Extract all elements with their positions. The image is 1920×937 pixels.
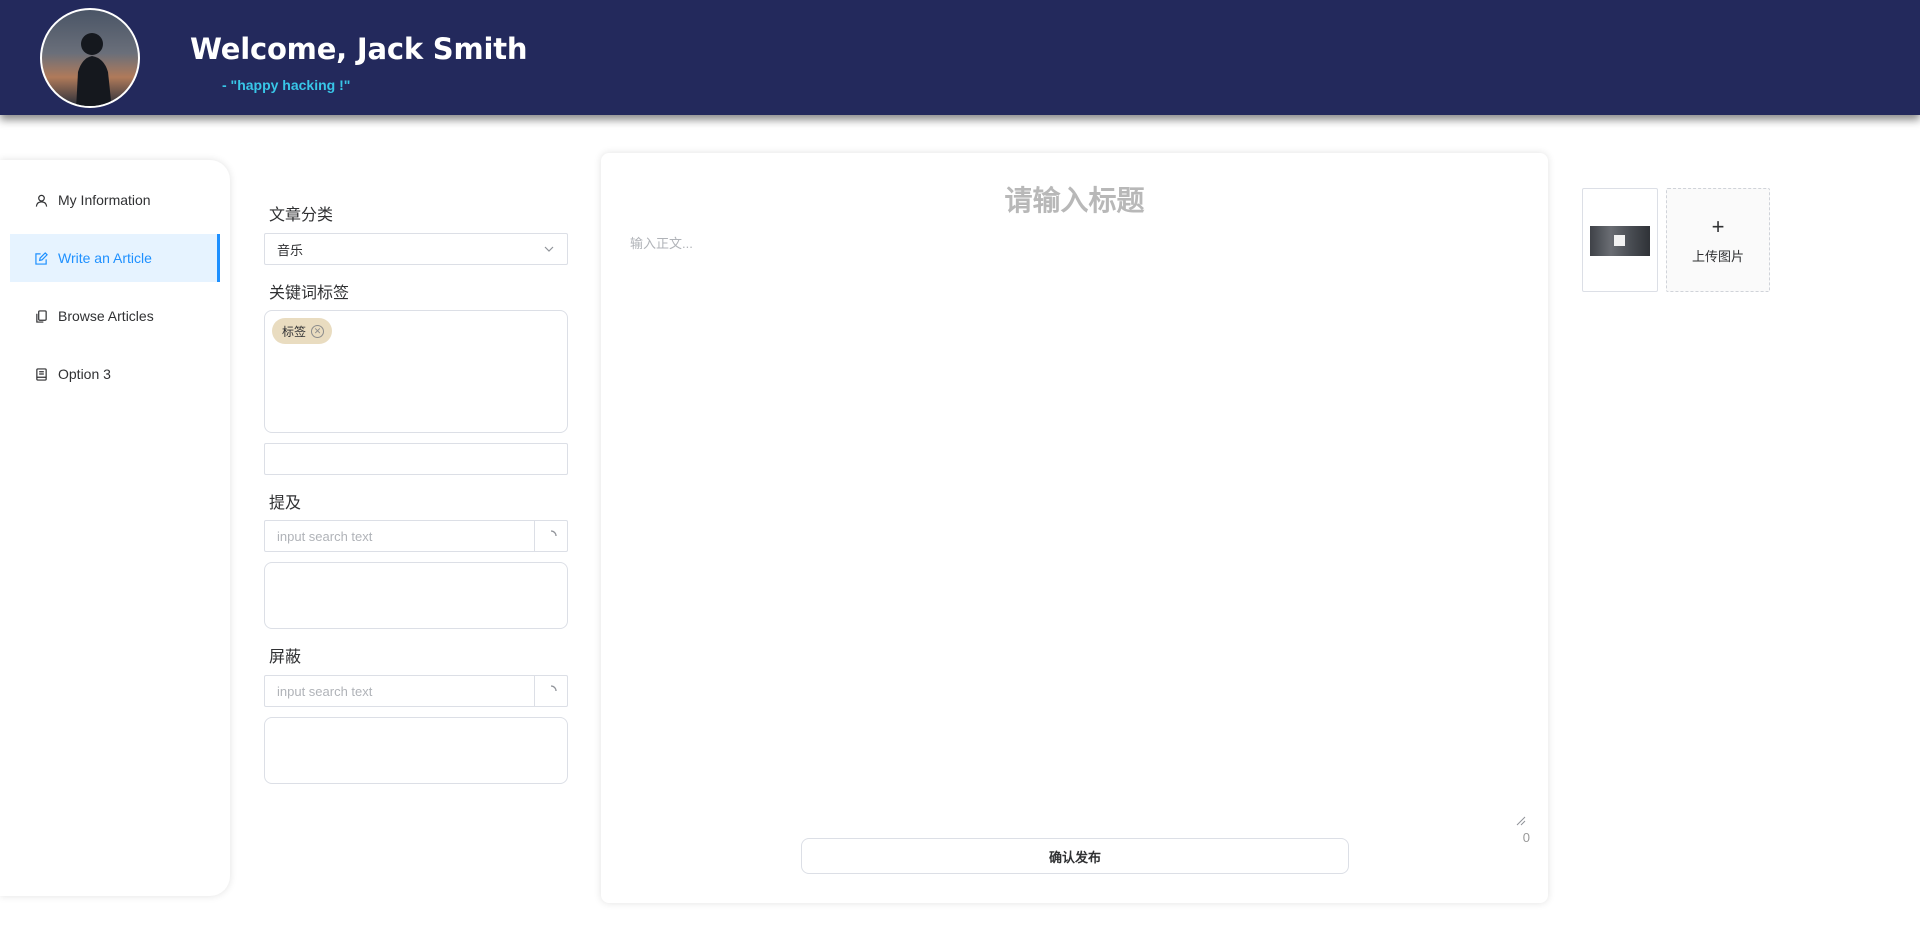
- sidebar-item-my-information[interactable]: My Information: [10, 176, 220, 224]
- chevron-down-icon: [543, 243, 555, 258]
- mention-label: 提及: [269, 495, 302, 512]
- mention-list-box[interactable]: [264, 562, 568, 629]
- block-search[interactable]: input search text: [264, 675, 568, 707]
- sidebar-item-label: Option 3: [58, 366, 111, 382]
- plus-icon: +: [1711, 213, 1725, 239]
- avatar-silhouette: [76, 33, 112, 106]
- resize-handle-icon[interactable]: [1516, 813, 1526, 831]
- keywords-label: 关键词标签: [269, 285, 350, 302]
- editor-card: 请输入标题 输入正文... 0 确认发布: [601, 153, 1548, 903]
- keyword-tag: 标签 ✕: [272, 318, 333, 344]
- body-textarea[interactable]: 输入正文...: [630, 233, 693, 252]
- user-icon: [34, 193, 48, 207]
- block-list-box[interactable]: [264, 717, 568, 784]
- sidebar-item-label: Browse Articles: [58, 308, 154, 324]
- documents-icon: [34, 309, 48, 323]
- motto-text: - "happy hacking !": [222, 77, 351, 93]
- uploaded-image-thumbnail[interactable]: [1582, 188, 1658, 292]
- mention-search-input[interactable]: input search text: [265, 521, 534, 551]
- edit-icon: [34, 251, 48, 265]
- notebook-icon: [34, 367, 48, 381]
- keyword-tag-label: 标签: [282, 324, 307, 339]
- avatar[interactable]: [40, 8, 140, 108]
- sidebar-item-label: My Information: [58, 192, 151, 208]
- close-icon[interactable]: ✕: [311, 324, 325, 338]
- new-tag-input[interactable]: [264, 443, 568, 475]
- category-label: 文章分类: [269, 207, 334, 224]
- top-header: Welcome, Jack Smith - "happy hacking !": [0, 0, 1920, 115]
- keyword-tags-box[interactable]: 标签 ✕: [264, 310, 568, 433]
- category-select[interactable]: 音乐: [264, 233, 568, 265]
- loading-spinner-icon[interactable]: [534, 676, 567, 706]
- sidebar-item-label: Write an Article: [58, 250, 152, 266]
- sidebar-item-browse-articles[interactable]: Browse Articles: [10, 292, 220, 340]
- welcome-title: Welcome, Jack Smith: [190, 32, 528, 66]
- mention-search[interactable]: input search text: [264, 520, 568, 552]
- publish-button[interactable]: 确认发布: [801, 838, 1349, 874]
- thumbnail-image: [1590, 226, 1650, 256]
- upload-image-label: 上传图片: [1691, 248, 1744, 264]
- loading-spinner-icon[interactable]: [534, 521, 567, 551]
- sidebar-item-option-3[interactable]: Option 3: [10, 350, 220, 398]
- title-input[interactable]: 请输入标题: [601, 179, 1548, 219]
- sidebar-item-write-article[interactable]: Write an Article: [10, 234, 220, 282]
- char-count: 0: [1522, 830, 1530, 845]
- category-value: 音乐: [277, 242, 304, 258]
- sidebar: My Information Write an Article Browse A…: [0, 160, 230, 896]
- block-label: 屏蔽: [269, 649, 302, 666]
- upload-image-button[interactable]: + 上传图片: [1666, 188, 1770, 292]
- block-search-input[interactable]: input search text: [265, 676, 534, 706]
